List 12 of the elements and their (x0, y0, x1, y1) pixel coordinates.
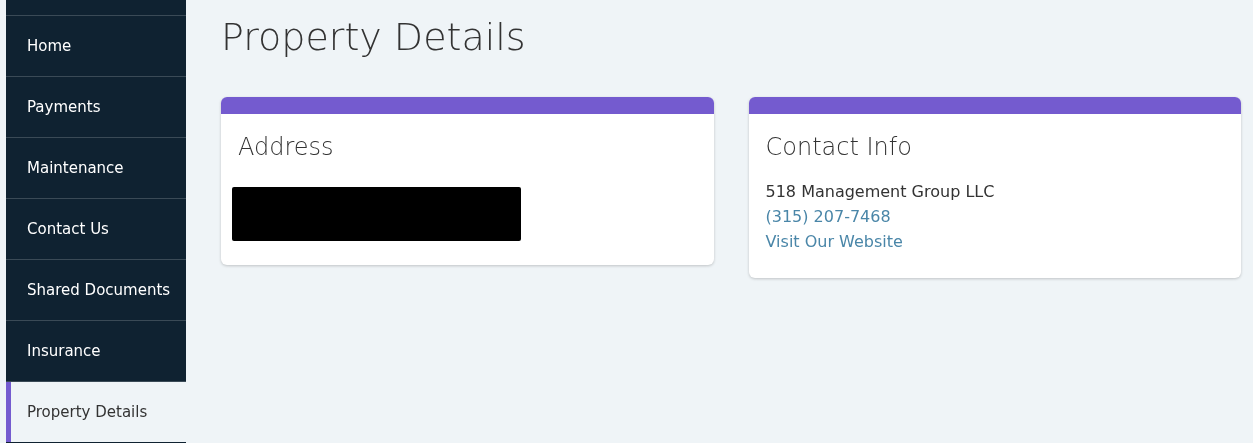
sidebar-item[interactable]: Shared Documents (6, 260, 186, 321)
sidebar-item[interactable]: Home (6, 16, 186, 77)
phone-link[interactable]: (315) 207-7468 (765, 204, 891, 229)
sidebar-item[interactable]: Payments (6, 77, 186, 138)
website-link[interactable]: Visit Our Website (765, 229, 903, 254)
sidebar-item[interactable]: Maintenance (6, 138, 186, 199)
page-title: Property Details (221, 14, 526, 60)
company-name: 518 Management Group LLC (765, 181, 995, 203)
card-title: Contact Info (765, 132, 913, 162)
sidebar-item[interactable]: Property Details (6, 382, 186, 442)
sidebar-item[interactable]: Contact Us (6, 199, 186, 260)
card-title: Address (238, 132, 335, 162)
